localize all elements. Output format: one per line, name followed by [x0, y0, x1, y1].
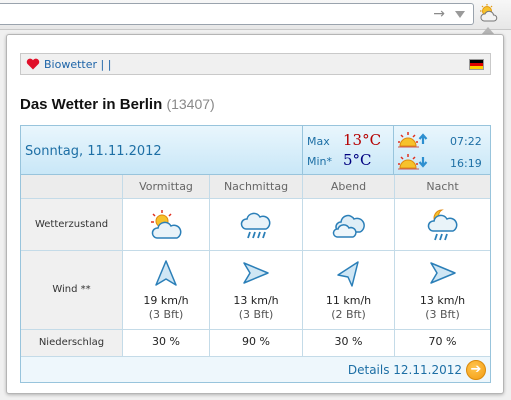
period-header: Nacht: [395, 175, 490, 199]
sun-cloud-icon: [148, 207, 184, 243]
arrow-right-circle-icon[interactable]: ➔: [466, 360, 486, 380]
zip-code: (13407): [166, 96, 215, 112]
german-flag-icon[interactable]: [469, 59, 484, 70]
condition-cell: [210, 199, 303, 251]
sun-cloud-icon[interactable]: [478, 3, 500, 25]
period-header: Nachmittag: [210, 175, 303, 199]
max-temp: 13°C: [343, 131, 382, 149]
cloud-icon: [331, 207, 367, 243]
row-label-wind: Wind **: [21, 251, 123, 330]
rain-cloud-icon: [238, 207, 274, 243]
title-text: Das Wetter in Berlin: [20, 96, 163, 113]
min-label: Min*: [307, 155, 333, 168]
wind-beaufort: (3 Bft): [425, 308, 460, 321]
corner-cell: [21, 175, 123, 199]
forecast-footer: Details 12.11.2012 ➔: [21, 356, 490, 382]
period-header: Abend: [303, 175, 395, 199]
wind-cell: 13 km/h (3 Bft): [210, 251, 303, 330]
temperature-box: Max 13°C Min* 5°C: [303, 126, 394, 175]
precip-cell: 70 %: [428, 335, 457, 348]
biowetter-link[interactable]: Biowetter | |: [44, 58, 111, 71]
sunrise-icon: [398, 131, 428, 149]
wind-beaufort: (3 Bft): [238, 308, 274, 321]
max-label: Max: [307, 135, 330, 148]
forecast-grid: Vormittag Nachmittag Abend Nacht Wetterz…: [21, 175, 490, 356]
wind-cell: 13 km/h (3 Bft): [395, 251, 490, 330]
condition-cell: [123, 199, 210, 251]
period-header: Vormittag: [123, 175, 210, 199]
details-link[interactable]: Details 12.11.2012: [348, 363, 462, 377]
popup-topbar: Biowetter | |: [20, 53, 491, 75]
wind-arrow-icon: [336, 259, 362, 287]
sun-times-box: 07:22 16:19: [394, 126, 490, 175]
weather-popup-panel: Biowetter | | Das Wetter in Berlin (1340…: [6, 34, 504, 394]
wind-speed: 19 km/h: [143, 294, 189, 307]
row-label-precip: Niederschlag: [21, 330, 123, 356]
date-header: Sonntag, 11.11.2012: [21, 126, 303, 175]
wind-speed: 13 km/h: [419, 294, 466, 307]
precip-cell: 30 %: [303, 330, 395, 356]
precip-cell: 90 %: [210, 330, 303, 356]
sunrise-time: 07:22: [450, 135, 482, 148]
condition-cell: [303, 199, 395, 251]
browser-toolbar: →: [0, 0, 511, 30]
wind-beaufort: (2 Bft): [331, 308, 366, 321]
min-temp: 5°C: [343, 151, 372, 169]
sunset-time: 16:19: [450, 157, 482, 170]
row-label-condition: Wetterzustand: [21, 199, 123, 251]
wind-cell: 11 km/h (2 Bft): [303, 251, 395, 330]
wind-arrow-icon: [153, 259, 179, 287]
wind-speed: 11 km/h: [325, 294, 372, 307]
wind-beaufort: (3 Bft): [148, 308, 184, 321]
wind-arrow-icon: [243, 259, 269, 287]
right-arrow-icon[interactable]: →: [433, 6, 445, 22]
forecast-widget: Sonntag, 11.11.2012 Max 13°C Min* 5°C 07…: [20, 125, 491, 383]
sunset-icon: [398, 153, 428, 171]
page-title: Das Wetter in Berlin (13407): [20, 96, 215, 113]
wind-speed: 13 km/h: [233, 294, 279, 307]
precip-cell: 30 %: [123, 330, 210, 356]
dropdown-arrow-icon[interactable]: [455, 11, 465, 18]
wind-cell: 19 km/h (3 Bft): [123, 251, 210, 330]
moon-rain-cloud-icon: [425, 207, 461, 243]
url-bar[interactable]: →: [0, 3, 474, 25]
wind-arrow-icon: [429, 259, 456, 287]
condition-cell: [395, 199, 490, 251]
heart-icon: [26, 58, 40, 70]
forecast-date: Sonntag, 11.11.2012: [25, 144, 162, 159]
